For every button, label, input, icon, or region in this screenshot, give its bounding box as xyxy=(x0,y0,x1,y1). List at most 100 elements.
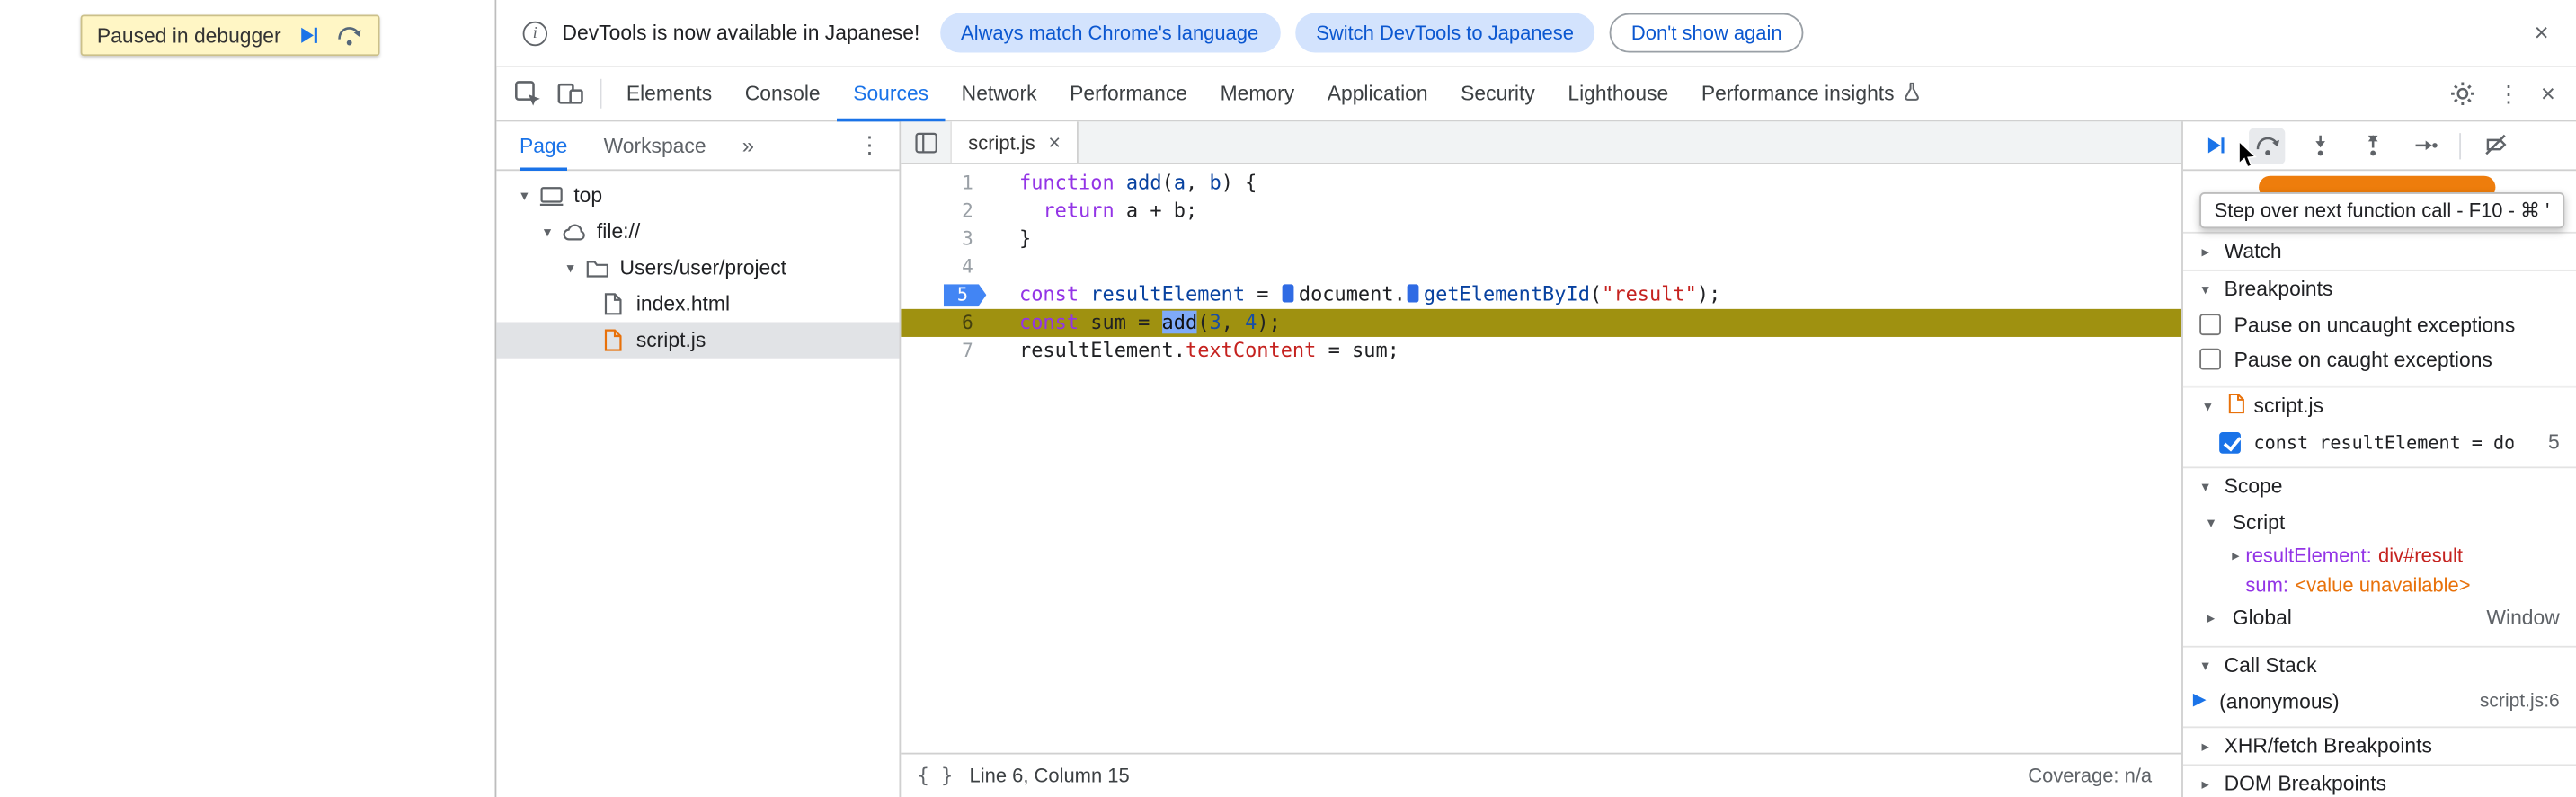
inline-breakpoint-icon[interactable] xyxy=(1407,284,1419,303)
code-editor[interactable]: 1 function add(a, b) { 2 return a + b; 3… xyxy=(901,164,2182,753)
collapse-triangle-icon[interactable] xyxy=(2199,514,2223,532)
step-over-icon[interactable] xyxy=(335,23,363,48)
code-line[interactable]: 2 return a + b; xyxy=(901,197,2181,225)
collapse-triangle-icon[interactable] xyxy=(2197,775,2215,793)
scope-var-sum[interactable]: sum: <value unavailable> xyxy=(2183,571,2576,600)
navigator-tab-workspace[interactable]: Workspace xyxy=(604,120,706,170)
expand-triangle-icon[interactable] xyxy=(2199,609,2223,627)
collapse-triangle-icon[interactable] xyxy=(2197,397,2220,415)
section-watch[interactable]: Watch xyxy=(2182,231,2576,270)
toolbar-separator xyxy=(2459,132,2462,159)
tab-performance[interactable]: Performance xyxy=(1053,66,1204,120)
collapse-triangle-icon[interactable] xyxy=(2197,657,2215,675)
code-line[interactable]: 3 } xyxy=(901,226,2181,253)
section-xhr-breakpoints[interactable]: XHR/fetch Breakpoints xyxy=(2182,726,2576,764)
collapse-triangle-icon[interactable] xyxy=(2197,243,2215,261)
code-line[interactable]: 1 function add(a, b) { xyxy=(901,169,2181,197)
expand-triangle-icon[interactable] xyxy=(513,187,537,205)
more-tabs-chevron-icon[interactable] xyxy=(742,133,754,157)
checkbox-unchecked[interactable] xyxy=(2199,348,2221,370)
line-number[interactable]: 6 xyxy=(901,309,992,337)
resume-script-icon[interactable] xyxy=(296,23,320,48)
tab-network[interactable]: Network xyxy=(945,66,1053,120)
line-number[interactable]: 7 xyxy=(901,337,992,365)
devtools-main-toolbar: Elements Console Sources Network Perform… xyxy=(496,66,2576,122)
inline-breakpoint-icon[interactable] xyxy=(1282,284,1294,303)
devtools-infobar: DevTools is now available in Japanese! A… xyxy=(496,0,2576,66)
settings-gear-icon[interactable] xyxy=(2441,72,2484,115)
toolbar-right-controls xyxy=(2441,72,2576,115)
breakpoint-line-number[interactable]: 5 xyxy=(901,284,992,307)
more-options-kebab-icon[interactable] xyxy=(2495,80,2521,108)
section-dom-breakpoints[interactable]: DOM Breakpoints xyxy=(2182,764,2576,797)
checkbox-unchecked[interactable] xyxy=(2199,314,2221,336)
expand-triangle-icon[interactable] xyxy=(2225,546,2245,564)
step-out-icon[interactable] xyxy=(2354,128,2390,164)
tree-item-top[interactable]: top xyxy=(496,178,899,214)
editor-pane: script.js 1 function add(a, b) { 2 retur… xyxy=(901,121,2182,797)
device-toolbar-icon[interactable] xyxy=(549,72,592,115)
expand-triangle-icon[interactable] xyxy=(536,223,559,241)
tree-item-script-js[interactable]: script.js xyxy=(496,322,900,359)
tab-memory[interactable]: Memory xyxy=(1204,66,1310,120)
step-into-icon[interactable] xyxy=(2302,128,2338,164)
expand-triangle-icon[interactable] xyxy=(559,259,582,277)
tab-lighthouse[interactable]: Lighthouse xyxy=(1551,66,1684,120)
tab-console[interactable]: Console xyxy=(728,66,836,120)
editor-tab-bar: script.js xyxy=(901,121,2182,164)
step-icon[interactable] xyxy=(2407,128,2443,164)
tab-application[interactable]: Application xyxy=(1310,66,1443,120)
section-scope[interactable]: Scope xyxy=(2182,466,2576,504)
pause-uncaught-exceptions-row[interactable]: Pause on uncaught exceptions xyxy=(2183,307,2576,341)
tree-item-project-folder[interactable]: Users/user/project xyxy=(496,250,899,286)
navigator-tab-page[interactable]: Page xyxy=(520,120,567,170)
navigator-toggle-icon[interactable] xyxy=(901,121,950,163)
paused-execution-line[interactable]: 6 const sum = add(3, 4); xyxy=(901,308,2182,337)
code-line[interactable]: 7 resultElement.textContent = sum; xyxy=(901,337,2181,365)
tab-security[interactable]: Security xyxy=(1444,66,1551,120)
tree-item-file-protocol[interactable]: file:// xyxy=(496,214,899,250)
collapse-triangle-icon[interactable] xyxy=(2197,280,2215,298)
collapse-triangle-icon[interactable] xyxy=(2197,737,2215,755)
line-number[interactable]: 2 xyxy=(901,197,992,225)
tab-close-icon[interactable] xyxy=(1048,131,1061,153)
pretty-print-icon[interactable] xyxy=(918,764,954,787)
infobar-message: DevTools is now available in Japanese! xyxy=(562,21,920,45)
checkbox-checked[interactable] xyxy=(2219,431,2241,453)
resume-script-icon[interactable] xyxy=(2197,128,2233,164)
code-line-with-breakpoint[interactable]: 5 const resultElement = document. getElem… xyxy=(901,281,2181,309)
section-breakpoints[interactable]: Breakpoints xyxy=(2182,269,2576,307)
collapse-triangle-icon[interactable] xyxy=(2197,477,2215,495)
infobar-close-icon[interactable] xyxy=(2527,18,2556,48)
navigator-more-kebab-icon[interactable] xyxy=(857,131,883,159)
match-chrome-language-button[interactable]: Always match Chrome's language xyxy=(939,13,1280,53)
tree-item-index-html[interactable]: index.html xyxy=(496,286,899,322)
tab-sources[interactable]: Sources xyxy=(837,66,945,120)
deactivate-breakpoints-icon[interactable] xyxy=(2477,128,2513,164)
tab-performance-insights[interactable]: Performance insights xyxy=(1685,66,1939,120)
section-call-stack[interactable]: Call Stack xyxy=(2182,645,2576,684)
devtools-close-icon[interactable] xyxy=(2533,79,2563,109)
cloud-icon xyxy=(559,218,589,244)
breakpoint-file-group[interactable]: script.js xyxy=(2182,385,2576,424)
editor-tab-script-js[interactable]: script.js xyxy=(950,121,1079,164)
inspect-element-icon[interactable] xyxy=(506,72,549,115)
line-number[interactable]: 1 xyxy=(901,169,992,197)
scope-global-group[interactable]: Global Window xyxy=(2183,600,2576,636)
call-stack-frame[interactable]: (anonymous) script.js:6 xyxy=(2183,684,2576,720)
coverage-label: Coverage: n/a xyxy=(2028,764,2153,788)
scope-script-group[interactable]: Script xyxy=(2183,505,2576,541)
line-number[interactable]: 3 xyxy=(901,226,992,253)
current-frame-arrow-icon xyxy=(2191,690,2207,713)
breakpoint-flag[interactable]: 5 xyxy=(944,284,987,307)
switch-devtools-japanese-button[interactable]: Switch DevTools to Japanese xyxy=(1294,13,1595,53)
file-icon xyxy=(599,291,628,317)
pause-caught-exceptions-row[interactable]: Pause on caught exceptions xyxy=(2183,341,2576,376)
dont-show-again-button[interactable]: Don't show again xyxy=(1610,13,1804,53)
js-file-icon xyxy=(599,327,628,353)
line-number[interactable]: 4 xyxy=(901,253,992,281)
code-line[interactable]: 4 xyxy=(901,253,2181,281)
tab-elements[interactable]: Elements xyxy=(610,66,729,120)
scope-var-resultElement[interactable]: resultElement: div#result xyxy=(2183,541,2576,571)
breakpoint-entry[interactable]: const resultElement = doc… 5 xyxy=(2183,424,2576,460)
